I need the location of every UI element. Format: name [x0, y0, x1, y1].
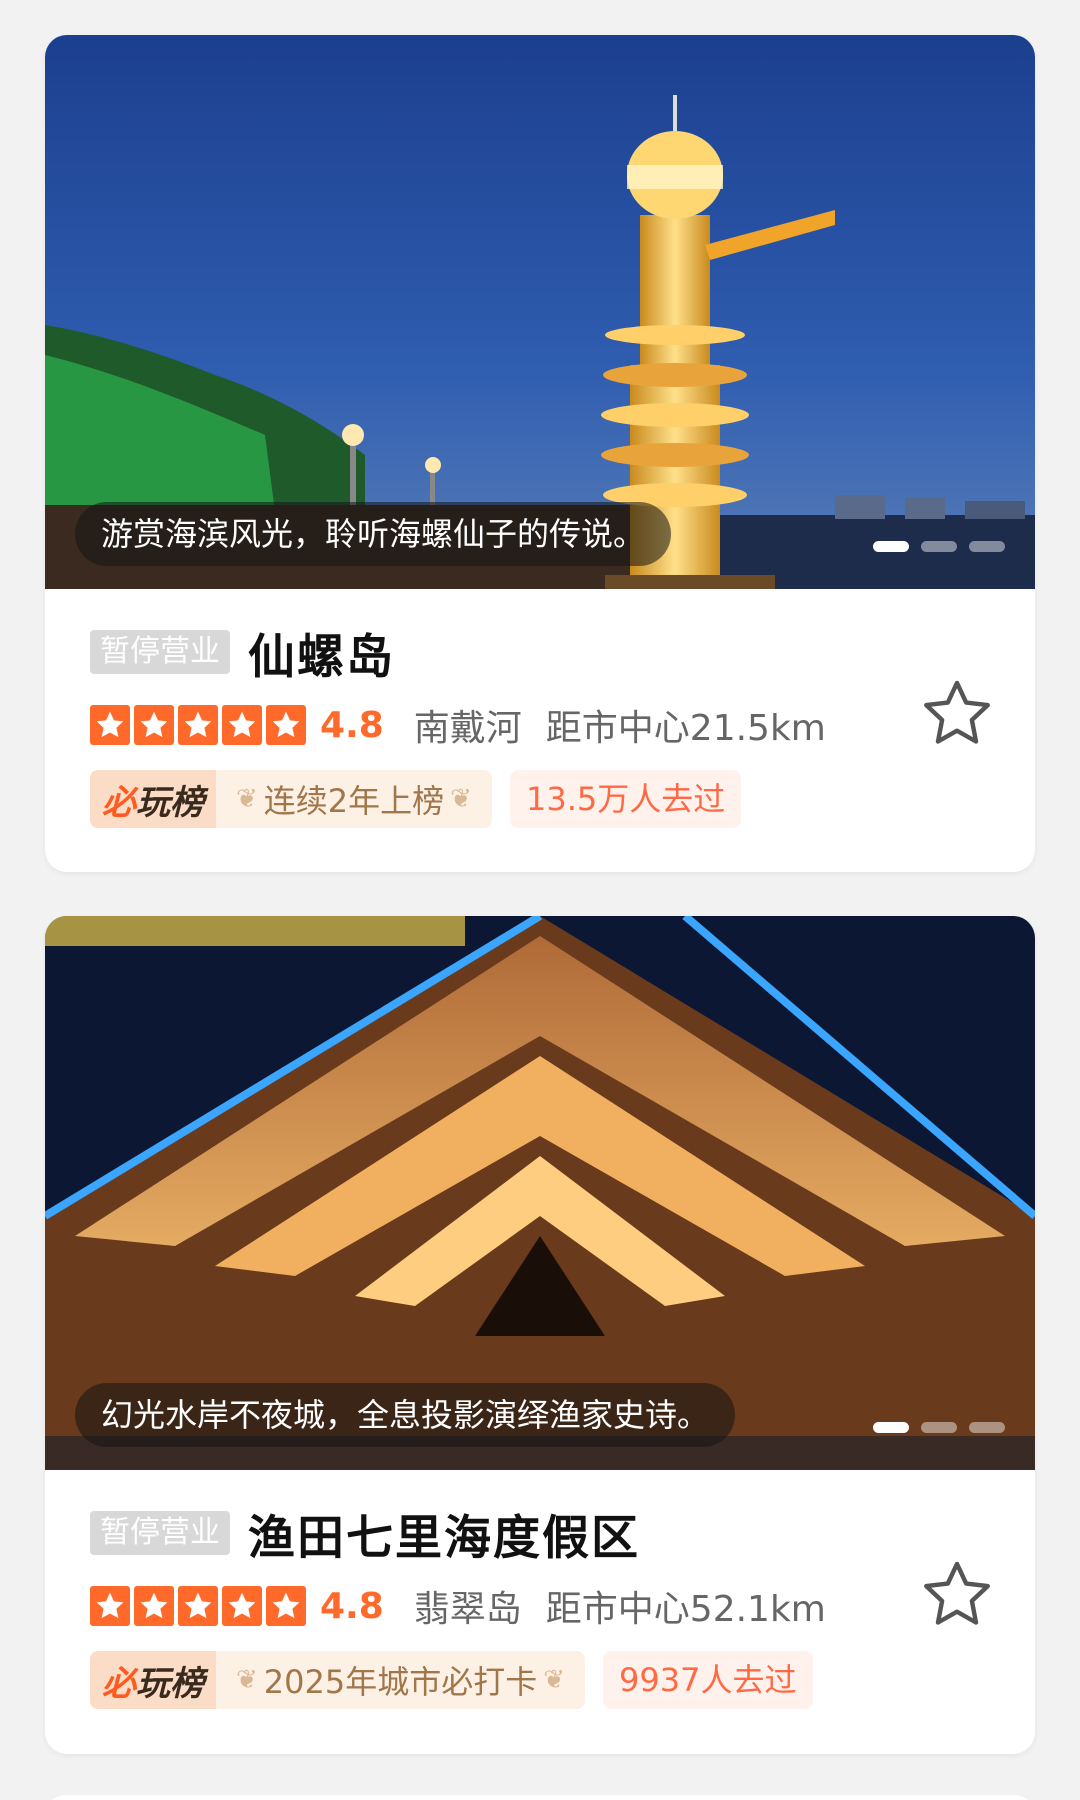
status-badge: 暂停营业 — [90, 630, 230, 674]
rating-stars — [90, 705, 306, 745]
ranking-badge[interactable]: 必玩榜 ❦ 连续2年上榜 ❦ — [90, 770, 492, 828]
attraction-card[interactable]: 幻光水岸不夜城，全息投影演绎渔家史诗。 暂停营业 渔田七里海度假区 4.8 翡翠… — [45, 916, 1035, 1754]
carousel-dot-active — [873, 1422, 909, 1433]
carousel-dot-active — [873, 541, 909, 552]
star-icon — [266, 705, 306, 745]
favorite-star-icon[interactable] — [919, 675, 995, 751]
ranking-logo: 必玩榜 — [90, 1651, 216, 1709]
next-card-edge — [45, 1795, 1035, 1800]
star-icon — [266, 1586, 306, 1626]
laurel-left-icon: ❦ — [236, 784, 258, 814]
star-icon — [178, 705, 218, 745]
ranking-logo: 必玩榜 — [90, 770, 216, 828]
laurel-right-icon: ❦ — [450, 784, 472, 814]
star-icon — [134, 705, 174, 745]
area-name: 翡翠岛 — [413, 1589, 522, 1630]
laurel-right-icon: ❦ — [543, 1665, 566, 1695]
carousel-dot — [969, 541, 1005, 552]
star-icon — [90, 705, 130, 745]
star-icon — [222, 1586, 262, 1626]
attraction-name[interactable]: 仙螺岛 — [248, 618, 395, 687]
attraction-card[interactable]: 游赏海滨风光，聆听海螺仙子的传说。 暂停营业 仙螺岛 4.8 南戴河 距市中心2… — [45, 35, 1035, 872]
favorite-star-icon[interactable] — [919, 1556, 995, 1632]
area-name: 南戴河 — [413, 708, 522, 749]
rating-score: 4.8 — [320, 704, 384, 746]
ranking-text: 连续2年上榜 — [263, 782, 445, 820]
rating-score: 4.8 — [320, 1585, 384, 1627]
carousel-indicator — [873, 1422, 1005, 1433]
photo-caption: 幻光水岸不夜城，全息投影演绎渔家史诗。 — [75, 1383, 736, 1447]
rating-stars — [90, 1586, 306, 1626]
carousel-dot — [969, 1422, 1005, 1433]
status-badge: 暂停营业 — [90, 1511, 230, 1555]
distance-text: 距市中心52.1km — [545, 1589, 826, 1630]
attraction-name[interactable]: 渔田七里海度假区 — [248, 1499, 640, 1568]
carousel-dot — [921, 541, 957, 552]
carousel-dot — [921, 1422, 957, 1433]
photo-caption: 游赏海滨风光，聆听海螺仙子的传说。 — [75, 502, 672, 566]
ranking-badge[interactable]: 必玩榜 ❦ 2025年城市必打卡 ❦ — [90, 1651, 586, 1709]
visitor-count: 13.5万人去过 — [509, 770, 742, 828]
laurel-left-icon: ❦ — [236, 1665, 258, 1695]
star-icon — [90, 1586, 130, 1626]
visitor-count: 9937人去过 — [603, 1651, 813, 1709]
carousel-indicator — [873, 541, 1005, 552]
ranking-text: 2025年城市必打卡 — [263, 1663, 538, 1701]
star-icon — [222, 705, 262, 745]
distance-text: 距市中心21.5km — [545, 708, 826, 749]
star-icon — [178, 1586, 218, 1626]
star-icon — [134, 1586, 174, 1626]
